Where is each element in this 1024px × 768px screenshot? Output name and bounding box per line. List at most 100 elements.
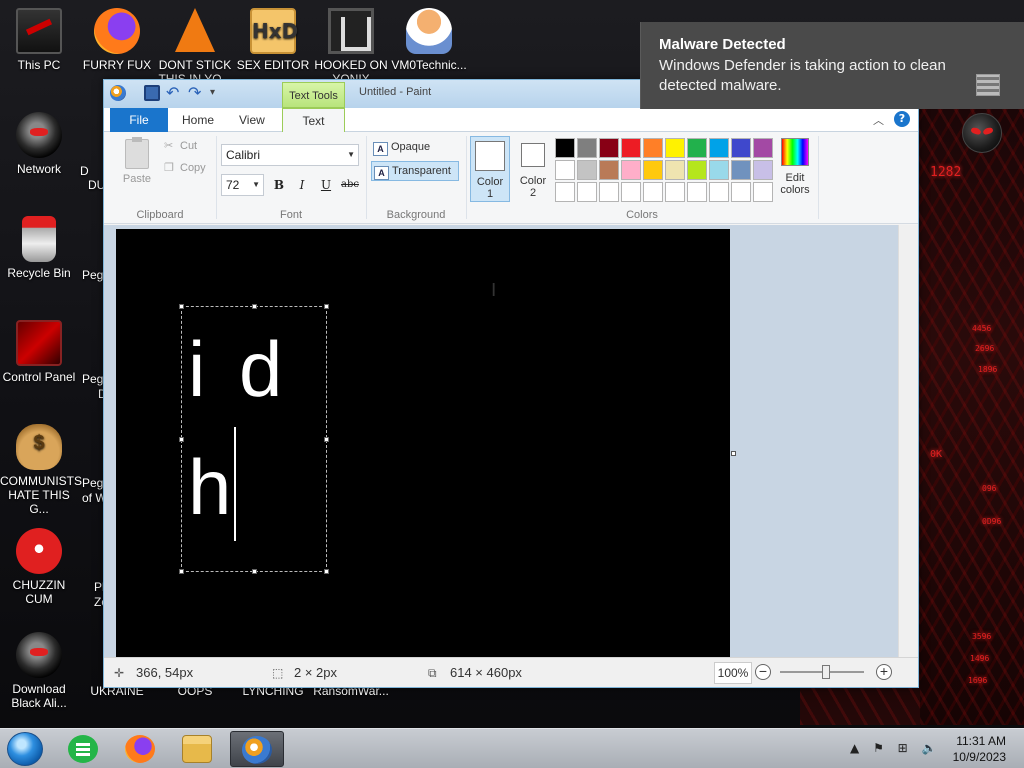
opaque-option[interactable]: A Opaque (371, 138, 459, 158)
palette-swatch[interactable] (687, 182, 707, 202)
save-icon[interactable] (144, 85, 160, 101)
cut-button[interactable]: ✂ Cut (164, 139, 197, 152)
palette-swatch[interactable] (731, 160, 751, 180)
text-box[interactable]: i d h (179, 304, 329, 574)
palette-swatch[interactable] (731, 182, 751, 202)
undo-icon[interactable]: ↶ (166, 85, 182, 101)
taskbar-notes-app[interactable] (56, 731, 110, 767)
palette-swatch[interactable] (665, 160, 685, 180)
palette-swatch[interactable] (687, 160, 707, 180)
canvas-resize-handle[interactable] (731, 451, 736, 456)
desktop-icon-this-pc[interactable]: This PC (0, 8, 78, 72)
palette-swatch[interactable] (709, 182, 729, 202)
color1-button[interactable]: Color 1 (470, 136, 510, 202)
palette-swatch[interactable] (665, 182, 685, 202)
palette-swatch[interactable] (643, 160, 663, 180)
resize-handle[interactable] (252, 304, 257, 309)
canvas-text-line[interactable]: i d (188, 329, 288, 409)
desktop-icon-hooked-on-yonix[interactable]: HOOKED ON YONIX (312, 8, 390, 86)
resize-handle[interactable] (324, 304, 329, 309)
transparent-option[interactable]: A Transparent (371, 161, 459, 181)
edit-colors-button[interactable]: Edit colors (774, 136, 816, 204)
palette-swatch[interactable] (577, 182, 597, 202)
desktop-icon-download-black-alien[interactable]: Download Black Ali... (0, 632, 78, 710)
clock[interactable]: 11:31 AM 10/9/2023 (953, 733, 1006, 765)
desktop-icon-dont-stick[interactable]: DONT STICK THIS IN YO... (156, 8, 234, 86)
scissors-icon: ✂ (164, 140, 174, 152)
palette-swatch[interactable] (643, 138, 663, 158)
zoom-level[interactable]: 100% (714, 662, 752, 684)
volume-icon[interactable]: 🔈 (922, 741, 937, 755)
italic-button[interactable]: I (292, 176, 312, 194)
taskbar-paint[interactable] (230, 731, 284, 767)
font-family-dropdown[interactable]: Calibri ▼ (221, 144, 359, 166)
palette-swatch[interactable] (753, 182, 773, 202)
palette-swatch[interactable] (687, 138, 707, 158)
palette-swatch[interactable] (753, 138, 773, 158)
desktop-icon-vm0technic[interactable]: VM0Technic... (390, 8, 468, 72)
group-divider (466, 136, 467, 219)
desktop-icon-furry-fux[interactable]: FURRY FUX (78, 8, 156, 72)
malware-notification[interactable]: Malware Detected Windows Defender is tak… (640, 22, 1024, 109)
taskbar-file-explorer[interactable] (170, 731, 224, 767)
resize-handle[interactable] (324, 569, 329, 574)
tab-text[interactable]: Text (282, 108, 345, 133)
resize-handle[interactable] (179, 437, 184, 442)
copy-button[interactable]: ❐ Copy (164, 161, 206, 174)
palette-swatch[interactable] (555, 160, 575, 180)
zoom-slider-thumb[interactable] (822, 665, 831, 679)
desktop-icon-network[interactable]: Network (0, 112, 78, 176)
palette-swatch[interactable] (753, 160, 773, 180)
zoom-in-button[interactable]: + (876, 664, 892, 680)
font-size-dropdown[interactable]: 72 ▼ (221, 174, 264, 196)
palette-swatch[interactable] (665, 138, 685, 158)
resize-handle[interactable] (179, 304, 184, 309)
palette-swatch[interactable] (731, 138, 751, 158)
desktop-icon-recycle-bin[interactable]: Recycle Bin (0, 216, 78, 280)
palette-swatch[interactable] (621, 160, 641, 180)
color2-button[interactable]: Color 2 (513, 136, 553, 202)
palette-swatch[interactable] (599, 138, 619, 158)
palette-swatch[interactable] (709, 138, 729, 158)
quick-access-dropdown-icon[interactable]: ▾ (210, 85, 226, 101)
underline-button[interactable]: U (316, 176, 336, 194)
desktop-icon-communists[interactable]: COMMUNISTS HATE THIS G... (0, 424, 82, 516)
help-icon[interactable]: ? (894, 111, 910, 127)
desktop-icon-chuzzin[interactable]: CHUZZIN CUM (0, 528, 78, 606)
palette-swatch[interactable] (577, 138, 597, 158)
start-button[interactable] (7, 732, 43, 766)
desktop-icon-sex-editor[interactable]: HxD SEX EDITOR (234, 8, 312, 72)
palette-swatch[interactable] (577, 160, 597, 180)
canvas-workspace[interactable]: i d h I (104, 225, 900, 657)
resize-handle[interactable] (324, 437, 329, 442)
canvas-text-line[interactable]: h (188, 447, 237, 527)
palette-swatch[interactable] (621, 182, 641, 202)
tab-view[interactable]: View (225, 108, 279, 132)
bold-button[interactable]: B (269, 176, 289, 194)
taskbar-firefox[interactable] (113, 731, 167, 767)
paint-app-icon[interactable] (110, 85, 126, 101)
palette-swatch[interactable] (555, 182, 575, 202)
show-hidden-icons-icon[interactable]: ▲ (850, 741, 859, 755)
palette-swatch[interactable] (555, 138, 575, 158)
flag-icon[interactable]: ⚑ (873, 741, 884, 755)
vertical-scrollbar[interactable] (898, 225, 918, 657)
collapse-ribbon-icon[interactable]: ︿ (873, 112, 884, 128)
tab-file[interactable]: File (110, 108, 168, 132)
palette-swatch[interactable] (709, 160, 729, 180)
resize-handle[interactable] (179, 569, 184, 574)
network-icon[interactable]: ⊞ (898, 741, 908, 755)
resize-handle[interactable] (252, 569, 257, 574)
strikethrough-button[interactable]: abc (340, 176, 360, 194)
redo-icon[interactable]: ↷ (188, 85, 204, 101)
zoom-out-button[interactable]: − (755, 664, 771, 680)
desktop-icon-control-panel[interactable]: Control Panel (0, 320, 78, 384)
drawing-canvas[interactable]: i d h I (116, 229, 730, 657)
paint-window[interactable]: ↶ ↷ ▾ Text Tools Untitled - Paint File H… (103, 79, 919, 688)
palette-swatch[interactable] (643, 182, 663, 202)
paste-button[interactable]: Paste (114, 137, 160, 193)
palette-swatch[interactable] (599, 160, 619, 180)
palette-swatch[interactable] (621, 138, 641, 158)
palette-swatch[interactable] (599, 182, 619, 202)
tab-home[interactable]: Home (168, 108, 228, 132)
